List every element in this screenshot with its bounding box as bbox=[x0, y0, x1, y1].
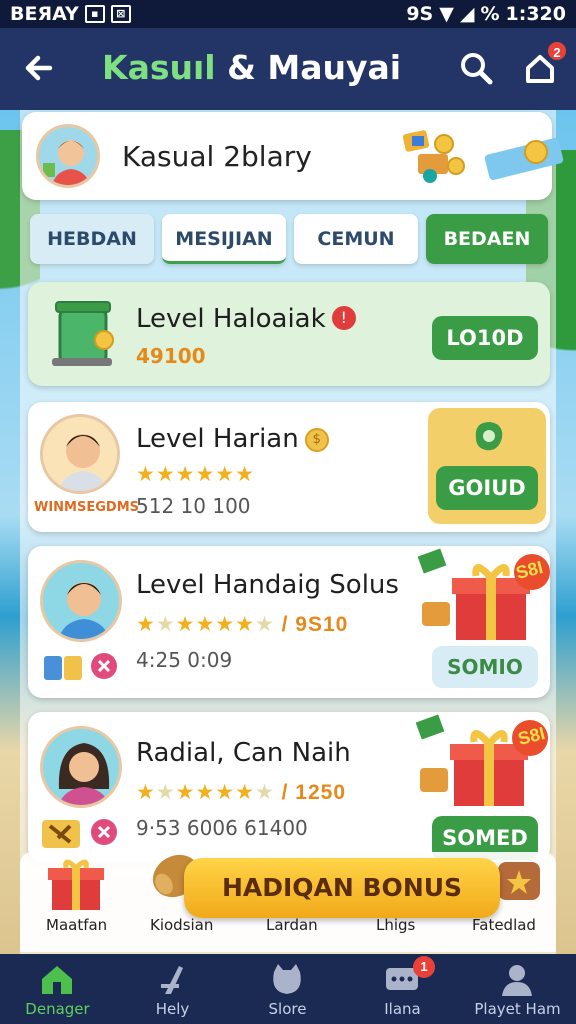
cat-icon bbox=[273, 964, 301, 994]
coins-icon bbox=[402, 130, 465, 183]
bonus-banner-button[interactable]: HADIQAN BONUS bbox=[184, 858, 500, 918]
avatar bbox=[40, 560, 122, 642]
nav-item-store[interactable]: Slore bbox=[230, 954, 345, 1024]
sword-icon bbox=[161, 966, 183, 994]
title-accent: Kasuıl bbox=[102, 48, 216, 87]
cell-signal-icon: ◢ bbox=[459, 3, 475, 25]
rating-total: / 1250 bbox=[281, 781, 347, 804]
profile-card[interactable]: Kasual 2blary bbox=[22, 112, 564, 200]
profile-name: Kasual 2blary bbox=[122, 140, 312, 173]
avatar bbox=[36, 124, 100, 188]
level-title-text: Level Harian bbox=[136, 424, 299, 454]
messages-badge: 1 bbox=[413, 956, 435, 978]
status-left: BEЯAY ▪ ⊠ bbox=[10, 3, 131, 25]
star-rating: ★★★★★★★ / 9S10 bbox=[136, 613, 349, 636]
nav-label: Denager bbox=[25, 1000, 90, 1018]
dock-label[interactable]: Lhigs bbox=[376, 916, 415, 934]
level-card[interactable]: Level Haloaiak! 49100 LO10D bbox=[28, 282, 550, 386]
avatar bbox=[40, 414, 120, 494]
app-header: Kasuıl & Mauyai 2 bbox=[0, 28, 576, 110]
phone-icon bbox=[44, 656, 82, 680]
level-title: Level Handaig Solus bbox=[136, 570, 399, 600]
nav-item-home[interactable]: Denager bbox=[0, 954, 115, 1024]
player-avatar-icon bbox=[58, 743, 110, 805]
coin-icon: $ bbox=[304, 428, 329, 452]
tool-icon bbox=[42, 820, 80, 848]
cash-icon bbox=[475, 422, 503, 451]
star-rating: ★★★★★★★ / 1250 bbox=[136, 781, 347, 804]
nav-label: Slore bbox=[268, 1000, 307, 1018]
user-avatar-icon bbox=[43, 140, 90, 185]
level-card[interactable]: Level Handaig Solus ★★★★★★★ / 9S10 4:25 … bbox=[28, 546, 550, 698]
player-avatar-icon bbox=[58, 434, 108, 491]
level-score: 512 10 100 bbox=[136, 494, 251, 518]
nav-label: Ilana bbox=[384, 1000, 421, 1018]
star-box-icon[interactable] bbox=[494, 858, 544, 904]
nav-item-help[interactable]: Hely bbox=[115, 954, 230, 1024]
level-card[interactable]: Radial, Can Naih ★★★★★★★ / 1250 9·53 600… bbox=[28, 712, 550, 862]
battery-text: % bbox=[480, 3, 500, 25]
ticket-icon bbox=[484, 138, 564, 180]
level-score: 49100 bbox=[136, 344, 206, 368]
signal-text: 9S bbox=[406, 3, 434, 25]
gold-button[interactable]: GOIUD bbox=[436, 466, 538, 510]
tab-hebdan[interactable]: HEBDAN bbox=[30, 214, 154, 264]
dock-label[interactable]: Fatedlad bbox=[472, 916, 536, 934]
gift-box-icon[interactable] bbox=[46, 856, 106, 912]
level-title: Level Harian $ bbox=[136, 424, 329, 454]
user-icon bbox=[502, 965, 532, 996]
somio-button[interactable]: SOMIO bbox=[432, 646, 538, 688]
arrow-left-icon bbox=[25, 55, 53, 81]
tab-cemun[interactable]: CEMUN bbox=[294, 214, 418, 264]
search-button[interactable] bbox=[456, 48, 496, 88]
winner-label: WINMSEGDMS bbox=[34, 500, 139, 515]
home-icon bbox=[42, 966, 72, 994]
star-rating: ★★★★★★ bbox=[136, 463, 255, 486]
title-rest: & Mauyai bbox=[215, 48, 402, 87]
plus-icon bbox=[91, 819, 117, 845]
rating-total: / 9S10 bbox=[281, 613, 349, 636]
image-icon: ⊠ bbox=[110, 5, 131, 23]
home-notifications-button[interactable]: 2 bbox=[520, 40, 568, 88]
status-right: 9S ▼ ◢ % 1:320 bbox=[406, 3, 566, 25]
page-title: Kasuıl & Mauyai bbox=[102, 48, 401, 87]
plus-icon bbox=[91, 653, 117, 679]
wifi-icon: ▼ bbox=[439, 3, 454, 25]
gallery-icon: ▪ bbox=[84, 5, 105, 23]
back-button[interactable] bbox=[20, 48, 60, 88]
player-avatar-icon bbox=[58, 582, 110, 639]
load-button[interactable]: LO10D bbox=[432, 316, 538, 360]
dock-label[interactable]: Lardan bbox=[266, 916, 318, 934]
nav-item-player[interactable]: Playet Ham bbox=[460, 954, 575, 1024]
nav-label: Playet Ham bbox=[474, 1000, 561, 1018]
dock-label[interactable]: Maatfan bbox=[46, 916, 107, 934]
nav-label: Hely bbox=[155, 1000, 190, 1018]
tab-bedaen[interactable]: BEDAEN bbox=[426, 214, 548, 264]
level-time: 4:25 0:09 bbox=[136, 648, 233, 672]
carrier-text: BEЯAY bbox=[10, 3, 79, 25]
level-time: 9·53 6006 61400 bbox=[136, 816, 308, 840]
avatar bbox=[40, 726, 122, 808]
nav-item-messages[interactable]: 1 Ilana bbox=[345, 954, 460, 1024]
dock-label[interactable]: Kiodsian bbox=[150, 916, 213, 934]
level-card[interactable]: WINMSEGDMS Level Harian $ ★★★★★★ 512 10 1… bbox=[28, 402, 550, 532]
status-time: 1:320 bbox=[505, 3, 566, 25]
bottom-nav: Denager Hely Slore 1 Ilana Playet Ham bbox=[0, 954, 576, 1024]
level-title: Level Haloaiak! bbox=[136, 304, 356, 334]
tab-mesijian[interactable]: MESIJIAN bbox=[162, 214, 286, 264]
alert-icon: ! bbox=[331, 306, 356, 330]
level-title: Radial, Can Naih bbox=[136, 738, 351, 768]
notification-badge: 2 bbox=[546, 40, 568, 62]
level-title-text: Level Haloaiak bbox=[136, 304, 326, 334]
search-icon bbox=[461, 53, 493, 85]
status-bar: BEЯAY ▪ ⊠ 9S ▼ ◢ % 1:320 bbox=[0, 0, 576, 28]
trash-can-icon bbox=[52, 301, 114, 366]
